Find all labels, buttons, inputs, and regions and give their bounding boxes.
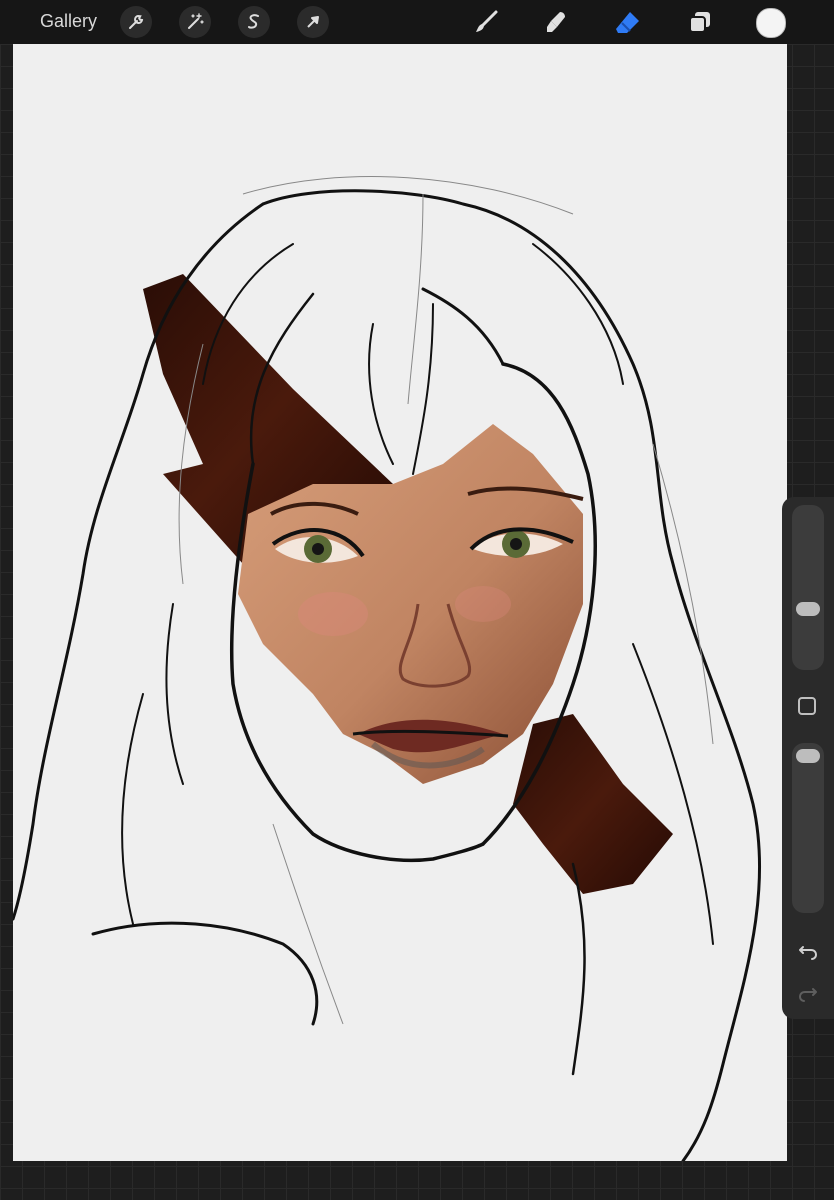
layers-icon[interactable] xyxy=(684,6,716,38)
right-sidebar xyxy=(782,497,834,1019)
top-toolbar: Gallery xyxy=(0,0,834,44)
selection-s-icon[interactable] xyxy=(238,6,270,38)
brush-size-thumb[interactable] xyxy=(796,602,820,616)
square-icon[interactable] xyxy=(798,697,816,715)
opacity-slider[interactable] xyxy=(792,743,824,913)
undo-icon[interactable] xyxy=(796,939,820,963)
eraser-icon[interactable] xyxy=(612,6,644,38)
color-picker-button[interactable] xyxy=(756,8,786,38)
magic-wand-icon[interactable] xyxy=(179,6,211,38)
gallery-button[interactable]: Gallery xyxy=(40,11,97,32)
brush-icon[interactable] xyxy=(470,6,502,38)
wrench-icon[interactable] xyxy=(120,6,152,38)
portrait-artwork xyxy=(13,176,762,1161)
drawing-canvas[interactable] xyxy=(13,44,787,1161)
smudge-icon[interactable] xyxy=(540,6,572,38)
hair-paint-stroke-lower xyxy=(513,714,673,894)
opacity-thumb[interactable] xyxy=(796,749,820,763)
brush-size-slider[interactable] xyxy=(792,505,824,670)
redo-icon[interactable] xyxy=(796,981,820,1005)
arrow-cursor-icon[interactable] xyxy=(297,6,329,38)
